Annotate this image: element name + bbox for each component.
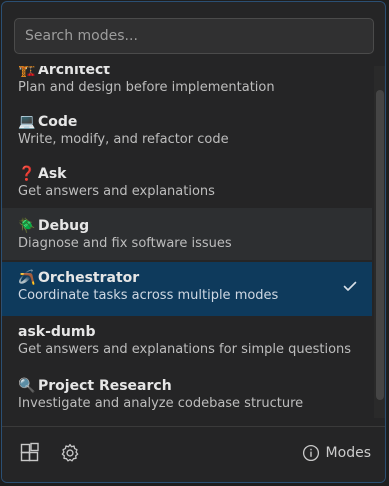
mode-label: Debug [38,218,90,234]
mode-description: Coordinate tasks across multiple modes [18,288,279,303]
mode-item-debug[interactable]: 🪲 Debug Diagnose and fix software issues [2,208,372,260]
modes-label: Modes [325,445,371,461]
mode-name: ❓ Ask [18,164,66,184]
mode-label: Ask [38,166,67,182]
mode-label: Architect [38,66,110,78]
bug-icon: 🪲 [18,218,36,234]
mode-name: 💻 Code [18,112,77,132]
mode-description: Investigate and analyze codebase structu… [18,396,304,411]
marketplace-button[interactable] [18,441,42,465]
mode-name: 🪃 Orchestrator [18,268,139,288]
question-mark-icon: ❓ [18,166,36,182]
check-icon [343,281,357,291]
info-icon [302,444,319,462]
laptop-icon: 💻 [18,114,36,130]
mode-description: Get answers and explanations [18,184,215,199]
mode-item-ask-dumb[interactable]: ask-dumb Get answers and explanations fo… [2,322,372,374]
settings-button[interactable] [58,441,82,465]
mode-label: ask-dumb [18,324,96,340]
mode-item-project-research[interactable]: 🔍 Project Research Investigate and analyz… [2,376,372,418]
mode-description: Get answers and explanations for simple … [18,342,352,357]
mode-item-code[interactable]: 💻 Code Write, modify, and refactor code [2,112,372,164]
footer-bar: Modes [2,426,385,482]
mode-name: ask-dumb [18,322,96,342]
mode-item-orchestrator[interactable]: 🪃 Orchestrator Coordinate tasks across mu… [2,262,372,316]
mode-description: Diagnose and fix software issues [18,236,232,251]
gear-icon [61,443,79,462]
mode-label: Code [38,114,78,130]
modes-info-button[interactable]: Modes [302,441,371,465]
search-box[interactable] [14,18,374,54]
magnifier-icon: 🔍 [18,378,36,394]
mode-description: Plan and design before implementation [18,80,275,95]
mode-label: Orchestrator [38,270,140,286]
scroll-thumb[interactable] [376,90,384,400]
mode-selector-popover: 🏗️Architect Plan and design before imple… [1,1,386,483]
mode-name: 🔍 Project Research [18,376,172,396]
mode-name: 🪲 Debug [18,216,89,236]
mode-label: Project Research [38,378,172,394]
modes-list: 🏗️ Architect Plan and design before imple… [2,66,385,418]
boomerang-icon: 🪃 [18,270,36,286]
mode-item-architect[interactable]: 🏗️ Architect Plan and design before imple… [2,66,372,112]
marketplace-icon [20,442,39,462]
mode-description: Write, modify, and refactor code [18,132,229,147]
scrollbar[interactable] [374,66,385,418]
search-input[interactable] [15,19,373,53]
